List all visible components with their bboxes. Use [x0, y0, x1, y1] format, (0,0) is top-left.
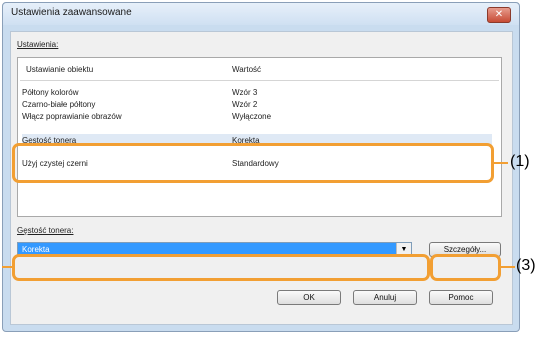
- callout-1-line: [494, 162, 508, 164]
- row-name: Półtony kolorów: [22, 88, 79, 97]
- row-value: Wzór 3: [232, 88, 258, 97]
- row-name: Czarno-białe półtony: [22, 100, 96, 109]
- dropdown-value: Korekta: [22, 245, 50, 254]
- ok-button[interactable]: OK: [277, 290, 341, 305]
- callout-1-highlight: [12, 143, 494, 183]
- list-row-color-halftones[interactable]: Półtony kolorów Wzór 3: [22, 88, 492, 100]
- row-value: Wyłączone: [232, 112, 272, 121]
- list-row-bw-halftones[interactable]: Czarno-białe półtony Wzór 2: [22, 100, 492, 112]
- column-header-object[interactable]: Ustawianie obiektu: [26, 65, 93, 74]
- header-divider: [20, 80, 499, 81]
- column-header-value[interactable]: Wartość: [232, 65, 261, 74]
- title-bar: Ustawienia zaawansowane ✕: [3, 3, 519, 25]
- window-title: Ustawienia zaawansowane: [11, 7, 132, 18]
- row-name: Włącz poprawianie obrazów: [22, 112, 122, 121]
- list-row-image-refinement[interactable]: Włącz poprawianie obrazów Wyłączone: [22, 112, 492, 124]
- callout-2-line: [2, 266, 12, 268]
- close-button[interactable]: ✕: [487, 7, 511, 23]
- callout-3-label: (3): [516, 257, 536, 274]
- callout-2-highlight: [12, 254, 430, 281]
- callout-1-label: (1): [510, 153, 530, 170]
- settings-list[interactable]: Ustawianie obiektu Wartość Półtony kolor…: [17, 57, 502, 217]
- cancel-button[interactable]: Anuluj: [353, 290, 417, 305]
- settings-label: Ustawienia:: [17, 40, 59, 49]
- toner-density-label: Gęstość tonera:: [17, 226, 74, 235]
- callout-3-line: [501, 266, 515, 268]
- callout-3-highlight: [430, 254, 501, 281]
- close-icon: ✕: [494, 9, 504, 20]
- list-row-partially-hidden[interactable]: [22, 125, 492, 132]
- help-button[interactable]: Pomoc: [429, 290, 493, 305]
- row-value: Wzór 2: [232, 100, 258, 109]
